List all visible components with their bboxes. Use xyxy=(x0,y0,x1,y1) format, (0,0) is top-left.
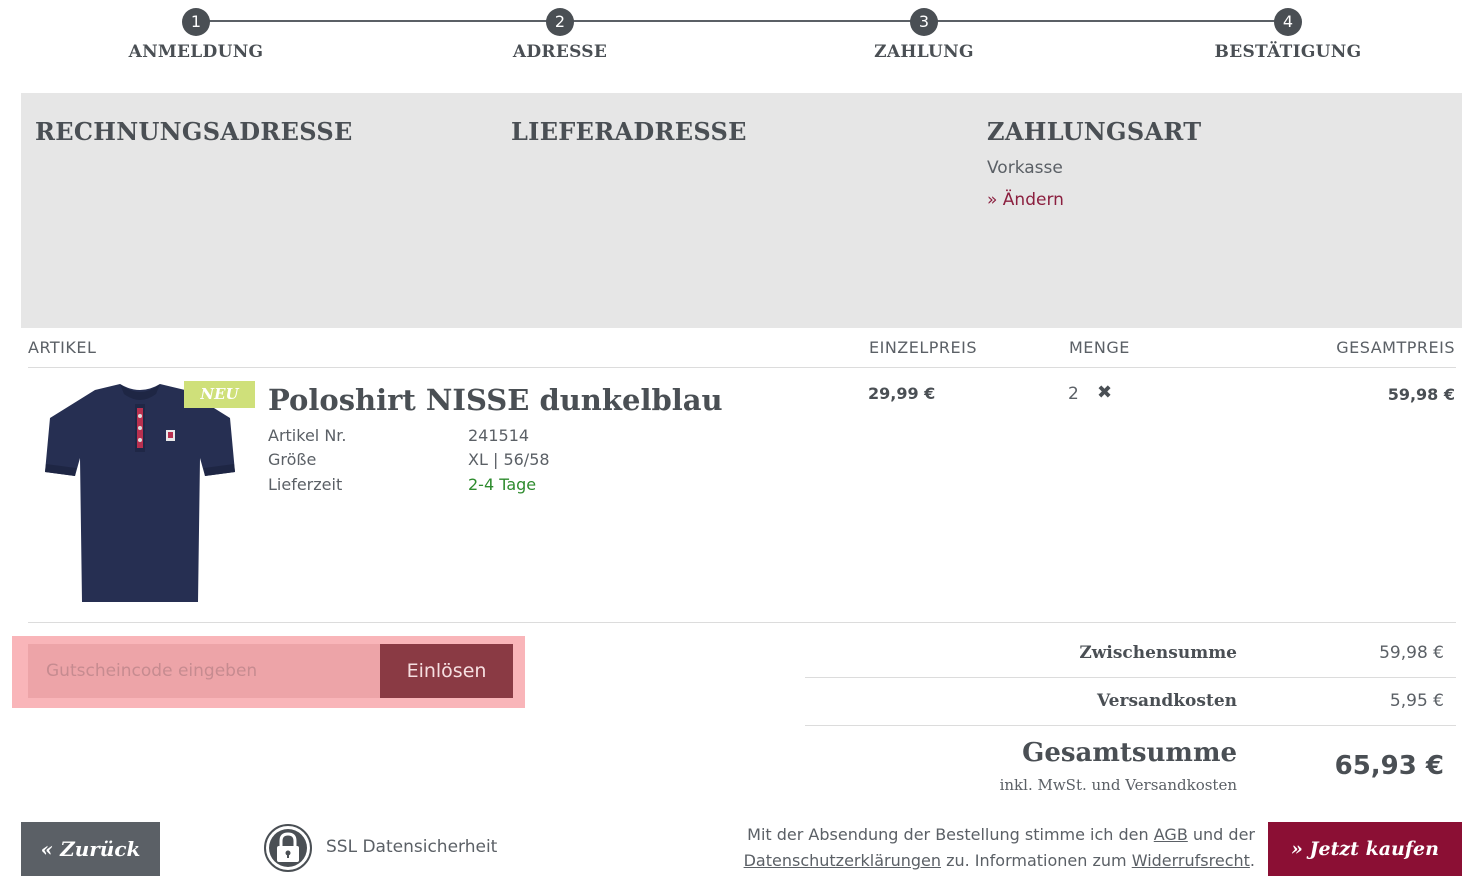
attr-delivery-label: Lieferzeit xyxy=(268,475,343,494)
column-header-quantity: MENGE xyxy=(1069,338,1130,357)
step-4-dot: 4 xyxy=(1274,8,1302,36)
subtotal-label: Zwischensumme xyxy=(1079,643,1237,663)
totals-divider-1 xyxy=(805,677,1456,678)
step-4-label: BESTÄTIGUNG xyxy=(1214,42,1362,62)
checkout-stepper: 1 ANMELDUNG 2 ADRESSE 3 ZAHLUNG 4 BESTÄT… xyxy=(0,0,1480,80)
grand-total-label: Gesamtsumme xyxy=(1022,738,1237,768)
new-badge: NEU xyxy=(184,381,255,408)
shipping-cost-label: Versandkosten xyxy=(1097,691,1237,711)
step-3-dot[interactable]: 3 xyxy=(910,8,938,36)
voucher-code-input[interactable] xyxy=(28,644,380,698)
step-2-dot[interactable]: 2 xyxy=(546,8,574,36)
billing-address-title: RECHNUNGSADRESSE xyxy=(35,117,353,146)
payment-method-title: ZAHLUNGSART xyxy=(987,117,1202,146)
unit-price: 29,99 € xyxy=(868,384,936,403)
legal-text-3: zu. Informationen zum xyxy=(946,851,1127,870)
ssl-label: SSL Datensicherheit xyxy=(326,837,498,857)
back-button[interactable]: « Zurück xyxy=(21,822,160,876)
attr-article-number-value: 241514 xyxy=(468,426,530,445)
product-title[interactable]: Poloshirt NISSE dunkelblau xyxy=(268,383,723,417)
step-1-label[interactable]: ANMELDUNG xyxy=(86,42,306,62)
buy-now-button[interactable]: » Jetzt kaufen xyxy=(1268,822,1462,876)
stepper-line xyxy=(196,20,1288,22)
grand-total-value: 65,93 € xyxy=(1334,751,1444,781)
shipping-address-title: LIEFERADRESSE xyxy=(511,117,747,146)
agb-link[interactable]: AGB xyxy=(1154,825,1188,844)
column-header-total-price: GESAMTPREIS xyxy=(1336,338,1455,357)
voucher-form: Einlösen xyxy=(12,636,525,708)
attr-size-value: XL | 56/58 xyxy=(468,450,550,469)
column-header-item: ARTIKEL xyxy=(28,338,97,357)
privacy-link[interactable]: Datenschutzerklärungen xyxy=(744,851,941,870)
step-3-label[interactable]: ZAHLUNG xyxy=(814,42,1034,62)
attr-size-label: Größe xyxy=(268,450,317,469)
legal-text-2: und der xyxy=(1192,825,1255,844)
attr-article-number-label: Artikel Nr. xyxy=(268,426,347,445)
legal-text-4: . xyxy=(1249,851,1255,870)
withdrawal-link[interactable]: Widerrufsrecht xyxy=(1132,851,1250,870)
quantity-value: 2 xyxy=(1068,384,1079,404)
close-icon[interactable]: ✖ xyxy=(1097,383,1115,403)
product-image[interactable] xyxy=(40,380,240,610)
subtotal-value: 59,98 € xyxy=(1379,643,1444,663)
redeem-voucher-button[interactable]: Einlösen xyxy=(380,644,513,698)
address-payment-panel: RECHNUNGSADRESSE LIEFERADRESSE ZAHLUNGSA… xyxy=(21,93,1462,328)
legal-text-1: Mit der Absendung der Bestellung stimme … xyxy=(747,825,1149,844)
grand-total-note: inkl. MwSt. und Versandkosten xyxy=(999,776,1237,794)
step-2-label[interactable]: ADRESSE xyxy=(450,42,670,62)
totals-divider-2 xyxy=(805,725,1456,726)
cart-row-divider xyxy=(28,622,1456,623)
lock-icon xyxy=(264,824,312,872)
attr-delivery-value: 2-4 Tage xyxy=(468,475,537,494)
legal-notice: Mit der Absendung der Bestellung stimme … xyxy=(655,822,1255,874)
column-header-unit-price: EINZELPREIS xyxy=(869,338,978,357)
table-header-divider xyxy=(28,367,1456,368)
line-total-price: 59,98 € xyxy=(1387,385,1455,404)
shipping-cost-value: 5,95 € xyxy=(1389,691,1444,711)
step-1-dot[interactable]: 1 xyxy=(182,8,210,36)
payment-method-value: Vorkasse xyxy=(987,158,1063,178)
change-payment-link[interactable]: » Ändern xyxy=(987,190,1064,210)
